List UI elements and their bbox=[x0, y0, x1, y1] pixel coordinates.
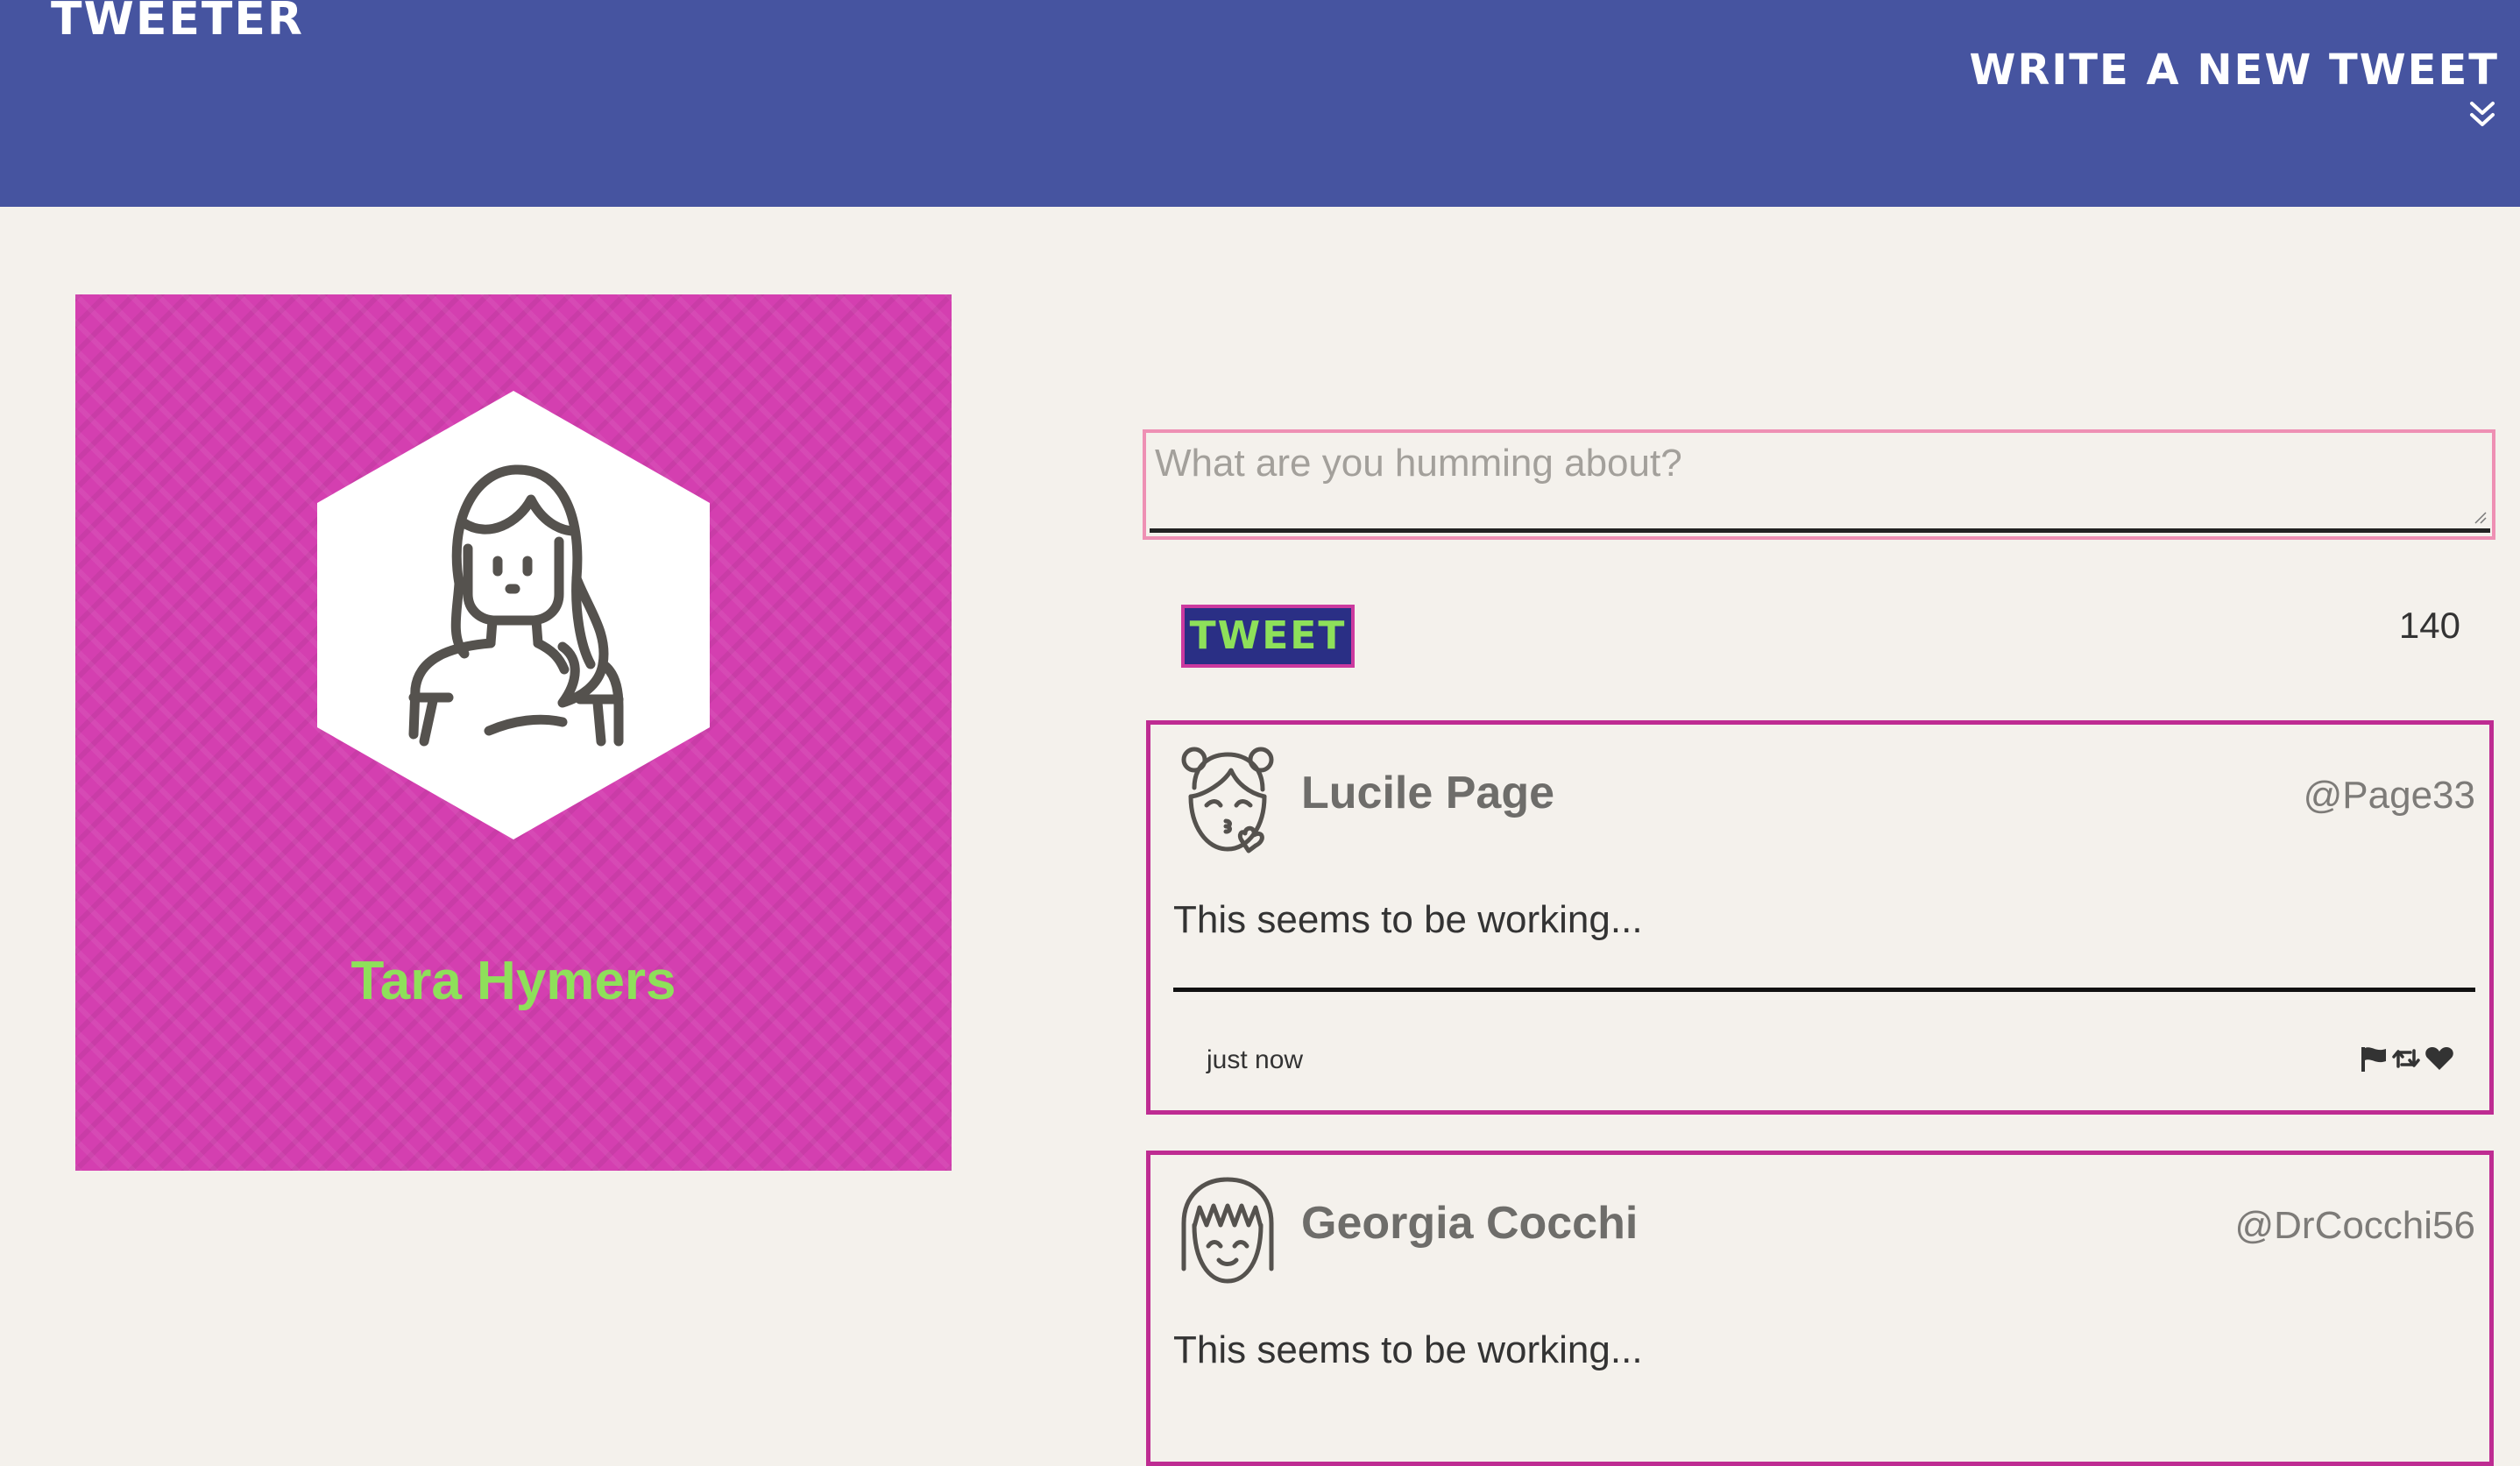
flag-icon[interactable] bbox=[2360, 1045, 2388, 1072]
tweet-author-handle[interactable]: @Page33 bbox=[2304, 774, 2475, 818]
tweet-card: Georgia Cocchi @DrCocchi56 This seems to… bbox=[1146, 1151, 2494, 1466]
double-chevron-down-icon[interactable] bbox=[2467, 100, 2497, 133]
tweet-divider bbox=[1173, 988, 2475, 992]
tweet-avatar bbox=[1175, 1172, 1280, 1290]
woman-avatar-icon bbox=[317, 391, 710, 839]
tweet-author-name[interactable]: Georgia Cocchi bbox=[1301, 1197, 1638, 1250]
tweet-card: Lucile Page @Page33 This seems to be wor… bbox=[1146, 720, 2494, 1115]
write-new-tweet-toggle[interactable]: WRITE A NEW TWEET bbox=[1970, 49, 2500, 133]
tweet-actions bbox=[2360, 1045, 2454, 1072]
girl-kiss-avatar-icon bbox=[1181, 747, 1274, 853]
write-new-tweet-label[interactable]: WRITE A NEW TWEET bbox=[1970, 49, 2500, 91]
retweet-icon[interactable] bbox=[2391, 1045, 2421, 1072]
tweet-timestamp: just now bbox=[1207, 1045, 1304, 1074]
profile-avatar bbox=[317, 391, 710, 843]
tweet-body: This seems to be working... bbox=[1173, 898, 1643, 941]
tweet-composer bbox=[1143, 429, 2495, 540]
heart-icon[interactable] bbox=[2424, 1045, 2454, 1072]
resize-handle-icon[interactable] bbox=[2473, 510, 2487, 528]
brand-logo[interactable]: TWEETER bbox=[51, 0, 304, 42]
char-counter: 140 bbox=[2398, 605, 2460, 646]
girl-bangs-avatar-icon bbox=[1181, 1177, 1274, 1284]
tweet-author-handle[interactable]: @DrCocchi56 bbox=[2234, 1204, 2475, 1248]
tweet-avatar bbox=[1175, 742, 1280, 860]
tweet-body: This seems to be working... bbox=[1173, 1328, 1643, 1371]
profile-card: Tara Hymers bbox=[75, 294, 952, 1171]
profile-name: Tara Hymers bbox=[350, 951, 676, 1011]
top-nav: TWEETER WRITE A NEW TWEET bbox=[0, 0, 2520, 207]
tweet-author-name[interactable]: Lucile Page bbox=[1301, 767, 1554, 819]
tweet-submit-button[interactable]: TWEET bbox=[1181, 605, 1355, 668]
tweet-input[interactable] bbox=[1150, 435, 2490, 533]
